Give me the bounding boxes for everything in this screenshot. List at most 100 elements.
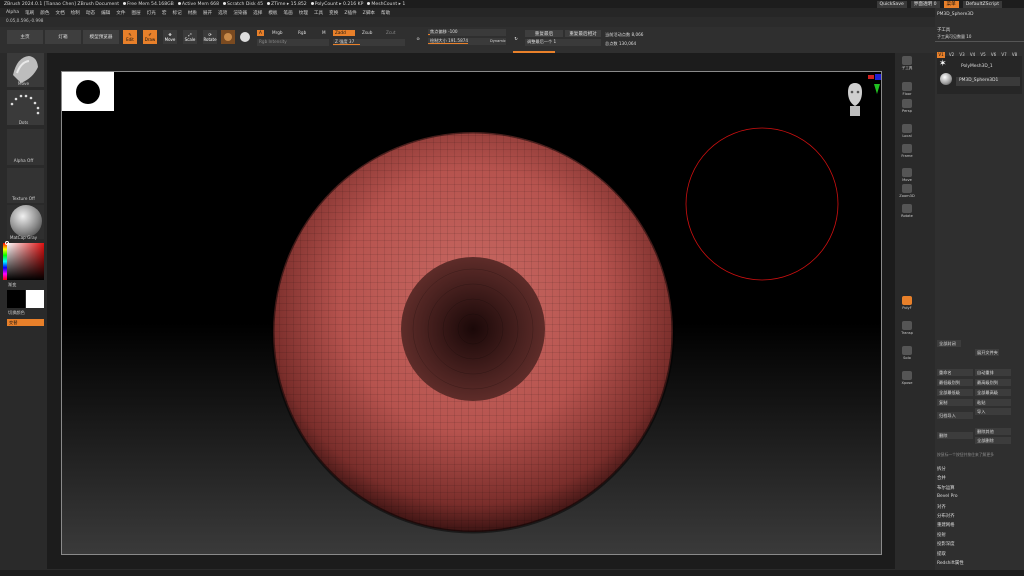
menu-item[interactable]: 编辑 [101, 10, 110, 16]
shelf-button-11[interactable]: Solo [900, 346, 914, 362]
adjust-last-slider[interactable]: 调整最后一个 1 [525, 39, 601, 46]
scale-button[interactable]: ⤢ Scale [183, 30, 197, 44]
bottom-grip-bar[interactable] [0, 570, 1024, 576]
version-tab[interactable]: V2 [948, 52, 956, 58]
focal-shift-slider[interactable]: 焦点偏移 -100 [428, 29, 506, 36]
subtool-action-button[interactable]: 自动重排 [975, 369, 1011, 376]
alternate-button[interactable]: 交替 [7, 319, 44, 326]
menu-item[interactable]: 变换 [329, 10, 338, 16]
subtool-menu-item[interactable]: Bevel Pro [937, 494, 958, 499]
menu-item[interactable]: 文档 [55, 10, 64, 16]
version-tab[interactable]: V3 [958, 52, 966, 58]
last-used-button[interactable]: 重复最后 [525, 30, 563, 37]
subtool-menu-item[interactable]: 投射 [937, 532, 946, 538]
gyro-button[interactable] [238, 30, 252, 44]
menu-item[interactable]: 标记 [173, 10, 182, 16]
menu-item[interactable]: 笔画 [284, 10, 293, 16]
version-tab[interactable]: V1 [937, 52, 945, 58]
subtool-action-button[interactable]: 全部删除 [975, 437, 1011, 444]
menu-item[interactable]: 选择 [253, 10, 262, 16]
subtool-menu-item[interactable]: 重建网格 [937, 522, 955, 528]
hue-strip[interactable] [3, 243, 7, 280]
shelf-button-7[interactable]: Zoom3D [899, 184, 915, 200]
transparency-slider[interactable]: 界面透明 0 [910, 0, 940, 8]
subtool-action-button[interactable]: 粘贴 [975, 399, 1011, 406]
viewport-canvas[interactable] [61, 71, 882, 555]
menu-item[interactable]: 宏 [162, 10, 167, 16]
subtool-action-button[interactable]: 最低级别到 [937, 379, 973, 386]
shelf-button-4[interactable]: Local [900, 124, 914, 140]
color-picker[interactable] [3, 241, 44, 280]
shelf-button-8[interactable]: Rotate [900, 204, 914, 220]
shelf-button-9[interactable]: PolyF [900, 296, 914, 312]
shelf-button-10[interactable]: Transp [900, 321, 914, 337]
subtool-action-button[interactable]: 重命名 [937, 369, 973, 376]
subtool-menu-item[interactable]: 合并 [937, 475, 946, 481]
rgb-toggle[interactable]: Rgb [296, 30, 308, 36]
shelf-button-5[interactable]: Frame [900, 144, 914, 160]
subtool-menu-item[interactable]: 分布对齐 [937, 513, 955, 519]
subtool-action-button[interactable]: 展开文件夹 [975, 349, 999, 356]
subtool-item-selected[interactable]: PM3D_Sphere3D1 [956, 77, 1020, 86]
subtool-action-button[interactable]: 归档导入 [937, 412, 973, 419]
menu-item[interactable]: 展开 [203, 10, 212, 16]
material-selector[interactable] [7, 205, 44, 239]
subtool-visible-count[interactable]: 子工具可见数量 10 [937, 34, 971, 40]
menu-item[interactable]: Z脚本 [363, 10, 375, 16]
shelf-button-2[interactable]: Floor [900, 82, 914, 98]
menu-item[interactable]: Alpha [6, 10, 19, 15]
subtool-action-button[interactable]: 全部最高级 [975, 389, 1011, 396]
m-toggle[interactable]: M [320, 30, 328, 36]
subtool-action-button[interactable]: 导入 [975, 408, 1011, 415]
menu-button[interactable]: 菜单 [943, 0, 959, 8]
subtool-header[interactable]: 子工具 [937, 27, 950, 33]
subtool-action-button[interactable]: 全部最低级 [937, 389, 973, 396]
home-button[interactable]: 主页 [7, 30, 43, 44]
repeat-relative-button[interactable]: 重复最后相对 [565, 30, 601, 37]
default-zscript-button[interactable]: DefaultZScript [962, 0, 1002, 8]
secondary-color-swatch[interactable] [26, 290, 44, 308]
zcut-toggle[interactable]: Zcut [384, 30, 397, 36]
version-tab[interactable]: V6 [990, 52, 998, 58]
version-tab[interactable]: V5 [979, 52, 987, 58]
version-tab[interactable]: V7 [1000, 52, 1008, 58]
menu-item[interactable]: 灯光 [147, 10, 156, 16]
shelf-button-1[interactable]: 子工具 [900, 56, 914, 72]
menu-item[interactable]: 文件 [116, 10, 125, 16]
subtool-action-button[interactable]: 删除其他 [975, 428, 1011, 435]
subtool-menu-item[interactable]: 布尔运算 [937, 485, 955, 491]
menu-item[interactable]: 选项 [218, 10, 227, 16]
subtool-action-button[interactable]: 全部封闭 [937, 340, 961, 347]
menu-item[interactable]: 纹理 [299, 10, 308, 16]
primary-color-swatch[interactable] [7, 290, 25, 308]
subtool-item[interactable]: PolyMesh3D_1 [961, 64, 993, 69]
shelf-button-12[interactable]: Xpose [900, 371, 914, 387]
subtool-menu-item[interactable]: 提取 [937, 551, 946, 557]
subtool-menu-item[interactable]: Redshift属性 [937, 560, 964, 566]
mrgb-toggle[interactable]: Mrgb [270, 30, 285, 36]
move-button[interactable]: ✥ Move [163, 30, 177, 44]
zadd-toggle[interactable]: Zadd [333, 30, 355, 36]
subtool-menu-item[interactable]: 投影深度 [937, 541, 955, 547]
version-tab[interactable]: V4 [969, 52, 977, 58]
menu-item[interactable]: 颜色 [40, 10, 49, 16]
subtool-menu-item[interactable]: 拆分 [937, 466, 946, 472]
menu-item[interactable]: 图层 [131, 10, 140, 16]
a-toggle[interactable]: A [257, 30, 264, 36]
edit-button[interactable]: ✎ Edit [123, 30, 137, 44]
zsub-toggle[interactable]: Zsub [360, 30, 374, 36]
menu-item[interactable]: 材质 [188, 10, 197, 16]
menu-item[interactable]: 模板 [268, 10, 277, 16]
subtool-action-button[interactable]: 最高级别到 [975, 379, 1011, 386]
menu-item[interactable]: 绘制 [71, 10, 80, 16]
lightbox-button[interactable]: 灯箱 [45, 30, 81, 44]
menu-item[interactable]: 渲染器 [233, 10, 247, 16]
menu-item[interactable]: 工具 [314, 10, 323, 16]
menu-item[interactable]: Z插件 [344, 10, 356, 16]
menu-item[interactable]: 动态 [86, 10, 95, 16]
z-intensity-slider[interactable]: Z 强度 37 [333, 39, 405, 46]
subtool-action-button[interactable]: 复制 [937, 399, 973, 406]
quicksave-button[interactable]: QuickSave [876, 0, 907, 8]
shelf-button-3[interactable]: Persp [900, 99, 914, 115]
rgb-intensity-slider[interactable]: Rgb Intensity [257, 39, 329, 46]
